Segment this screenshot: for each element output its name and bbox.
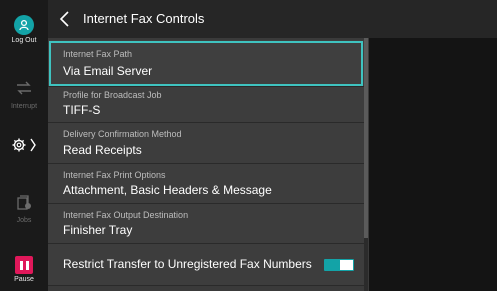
item-value: Finisher Tray xyxy=(63,223,133,237)
page-title: Internet Fax Controls xyxy=(83,11,205,26)
gear-icon xyxy=(12,138,36,152)
list-item-internet-fax-path[interactable]: Internet Fax Path Via Email Server xyxy=(48,40,364,87)
restrict-transfer-toggle[interactable] xyxy=(324,259,354,271)
settings-button[interactable] xyxy=(0,136,48,159)
interrupt-icon xyxy=(17,81,31,95)
item-label: Internet Fax Print Options xyxy=(63,170,166,180)
pause-label: Pause xyxy=(14,276,34,283)
toggle-knob xyxy=(340,260,353,270)
jobs-label: Jobs xyxy=(16,217,32,224)
logout-button[interactable]: Log Out xyxy=(0,15,48,44)
item-value: Attachment, Basic Headers & Message xyxy=(63,183,272,197)
settings-list: Internet Fax Path Via Email Server Profi… xyxy=(48,38,369,291)
interrupt-button[interactable]: Interrupt xyxy=(0,80,48,110)
scroll-thumb[interactable] xyxy=(364,38,368,238)
header-bar: Internet Fax Controls xyxy=(48,0,497,38)
jobs-icon xyxy=(17,195,31,210)
logout-icon xyxy=(14,15,34,35)
list-scrollbar[interactable] xyxy=(364,38,368,291)
item-value: Read Receipts xyxy=(63,143,142,157)
interrupt-label: Interrupt xyxy=(10,103,38,110)
logout-label: Log Out xyxy=(11,37,37,44)
item-label: Restrict Transfer to Unregistered Fax Nu… xyxy=(63,257,312,271)
detail-pane xyxy=(369,38,497,291)
item-label: Internet Fax Output Destination xyxy=(63,210,189,220)
item-label: Profile for Broadcast Job xyxy=(63,90,162,100)
side-rail: Log Out Interrupt Jobs Pause xyxy=(0,0,48,291)
item-value: TIFF-S xyxy=(63,103,101,117)
list-item-delivery-confirmation[interactable]: Delivery Confirmation Method Read Receip… xyxy=(48,123,364,164)
list-item-broadcast-profile[interactable]: Profile for Broadcast Job TIFF-S xyxy=(48,87,364,123)
pause-button[interactable]: Pause xyxy=(0,256,48,283)
item-value: Via Email Server xyxy=(63,64,153,78)
list-item-print-options[interactable]: Internet Fax Print Options Attachment, B… xyxy=(48,164,364,204)
back-chevron-icon[interactable] xyxy=(58,10,72,28)
list-item-restrict-transfer[interactable]: Restrict Transfer to Unregistered Fax Nu… xyxy=(48,244,364,286)
list-item-output-destination[interactable]: Internet Fax Output Destination Finisher… xyxy=(48,204,364,244)
pause-icon xyxy=(15,256,33,274)
jobs-button[interactable]: Jobs xyxy=(0,194,48,224)
item-label: Delivery Confirmation Method xyxy=(63,129,182,139)
item-label: Internet Fax Path xyxy=(63,49,133,59)
